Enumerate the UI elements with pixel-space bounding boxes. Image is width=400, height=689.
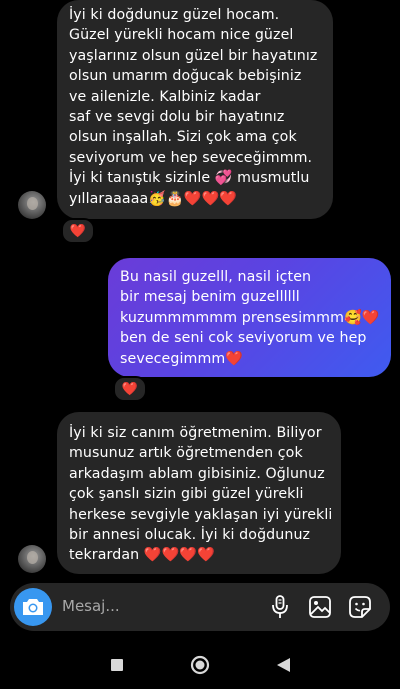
message-line: sevecegimmm❤️	[120, 350, 244, 367]
recents-square-icon	[111, 659, 123, 671]
message-line: saf ve sevgi dolu bir hayatınız	[69, 109, 285, 126]
sender-avatar[interactable]	[18, 191, 46, 219]
reaction-badge[interactable]: ❤️	[113, 376, 147, 402]
message-bubble-incoming[interactable]: İyi ki doğdunuz güzel hocam. Güzel yürek…	[57, 0, 333, 219]
message-line: tekrardan ❤️❤️❤️❤️	[69, 547, 215, 564]
message-line: İyi ki doğdunuz güzel hocam.	[69, 7, 280, 23]
system-navigation-bar	[0, 640, 400, 689]
recents-button[interactable]	[106, 654, 128, 676]
home-button[interactable]	[188, 653, 212, 677]
back-triangle-icon	[276, 658, 290, 672]
message-line: İyi ki siz canım öğretmenim. Biliyor	[69, 425, 322, 441]
message-input[interactable]: Mesaj...	[62, 597, 120, 615]
message-line: Güzel yürekli hocam nice güzel	[69, 27, 294, 44]
gallery-button[interactable]	[308, 595, 332, 619]
message-composer: Mesaj...	[10, 583, 390, 631]
message-line: herkese sevgiyle yaklaşan iyi yürekli	[69, 506, 333, 523]
reaction-badge[interactable]: ❤️	[61, 218, 95, 244]
message-line: arkadaşım ablam gibisiniz. Oğlunuz	[69, 465, 325, 482]
message-bubble-incoming[interactable]: İyi ki siz canım öğretmenim. Biliyor mus…	[57, 412, 341, 574]
microphone-icon	[272, 595, 288, 618]
message-line: yıllaraaaaa🥳🎂❤️❤️❤️	[69, 190, 238, 207]
message-line: çok şanslı sizin gibi güzel yürekli	[69, 486, 304, 503]
message-line: kuzummmmmm prensesimmm🥰❤️	[120, 309, 380, 326]
message-line: yaşlarınız olsun güzel bir hayatınız	[69, 47, 318, 64]
back-button[interactable]	[272, 654, 294, 676]
message-line: Bu nasil guzelll, nasil içten	[120, 269, 312, 285]
message-line: olsun inşallah. Sizi çok ama çok	[69, 129, 297, 146]
message-line: İyi ki tanıştık sizinle 💞 musmutlu	[69, 170, 310, 187]
message-line: olsun umarım doğucak bebişiniz	[69, 68, 302, 85]
sticker-icon	[349, 596, 371, 618]
sender-avatar[interactable]	[18, 545, 46, 573]
microphone-button[interactable]	[268, 595, 292, 619]
heart-reaction-icon: ❤️	[69, 223, 87, 239]
gallery-icon	[309, 596, 331, 618]
message-bubble-outgoing[interactable]: Bu nasil guzelll, nasil içten bir mesaj …	[108, 258, 391, 377]
message-line: ve ailenizle. Kalbiniz kadar	[69, 88, 261, 105]
camera-button[interactable]	[14, 588, 52, 626]
message-line: seviyorum ve hep seveceğimmm.	[69, 149, 313, 166]
heart-reaction-icon: ❤️	[121, 381, 139, 397]
home-circle-icon	[190, 655, 210, 675]
camera-icon	[23, 599, 43, 615]
message-line: musunuz artık öğretmenden çok	[69, 445, 303, 462]
message-line: bir mesaj benim guzellllll	[120, 289, 300, 306]
message-line: bir annesi olucak. İyi ki doğdunuz	[69, 527, 311, 544]
message-line: ben de seni cok seviyorum ve hep	[120, 330, 367, 347]
sticker-button[interactable]	[348, 595, 372, 619]
